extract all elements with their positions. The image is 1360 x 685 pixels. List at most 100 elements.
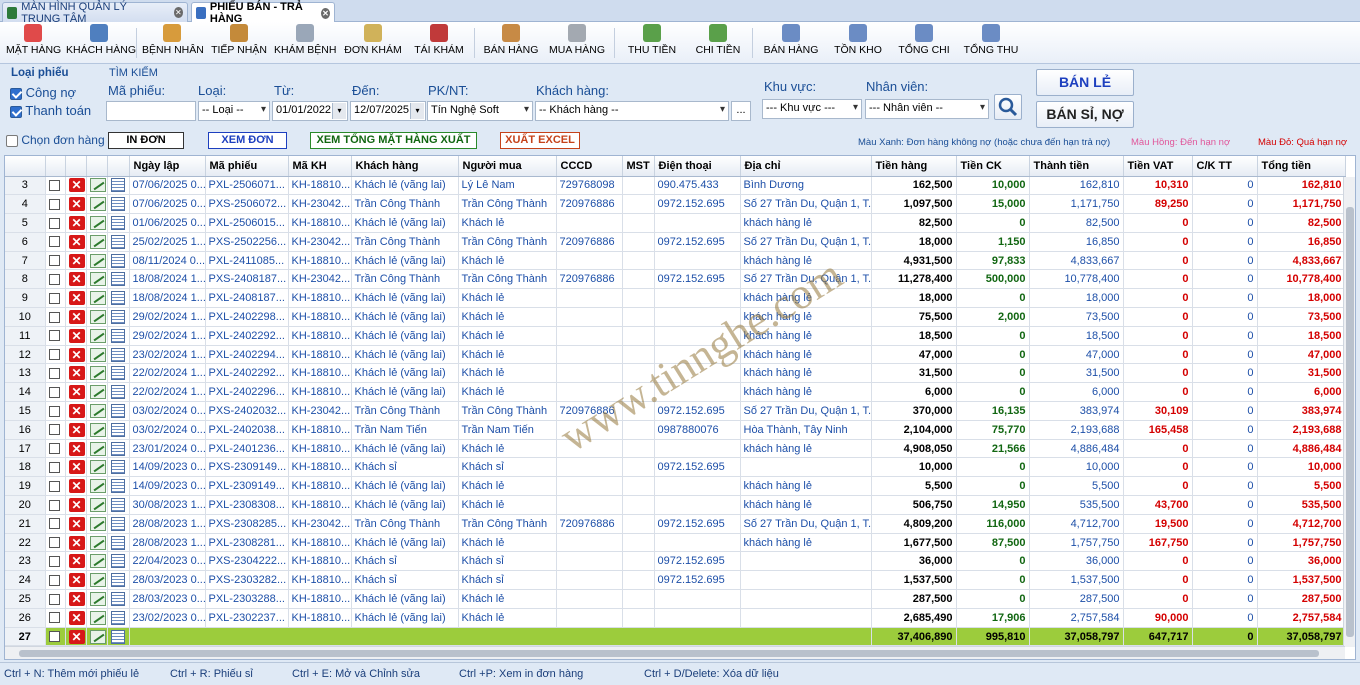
table-row[interactable]: 12 ✕ 23/02/2024 1... PXL-2402294... KH-18810… bbox=[5, 345, 1346, 365]
row-checkbox[interactable] bbox=[48, 461, 60, 473]
header-tien-hang[interactable]: Tiền hàng bbox=[871, 156, 957, 177]
view-document-icon[interactable] bbox=[110, 422, 125, 437]
table-row[interactable]: 22 ✕ 28/08/2023 1... PXL-2308281... KH-18810… bbox=[5, 533, 1346, 553]
toolbar-sales-report-button[interactable]: BÁN HÀNG bbox=[762, 24, 820, 62]
close-icon[interactable]: ✕ bbox=[173, 7, 183, 18]
nhan-vien-select[interactable]: --- Nhân viên -- bbox=[865, 99, 989, 119]
header-mst[interactable]: MST bbox=[622, 156, 655, 177]
row-checkbox[interactable] bbox=[48, 443, 60, 455]
view-document-icon[interactable] bbox=[110, 460, 125, 475]
delete-icon[interactable]: ✕ bbox=[68, 441, 85, 456]
row-checkbox[interactable] bbox=[48, 292, 60, 304]
view-document-icon[interactable] bbox=[110, 573, 125, 588]
table-row[interactable]: 3 ✕ 07/06/2025 0... PXL-2506071... KH-18810.… bbox=[5, 176, 1346, 196]
view-document-icon[interactable] bbox=[110, 441, 125, 456]
row-checkbox[interactable] bbox=[48, 424, 60, 436]
table-row[interactable]: 21 ✕ 28/08/2023 1... PXS-2308285... KH-23042… bbox=[5, 514, 1346, 534]
edit-icon[interactable] bbox=[89, 253, 106, 268]
ban-si-no-button[interactable]: BÁN SỈ, NỢ bbox=[1036, 101, 1134, 128]
row-checkbox[interactable] bbox=[48, 255, 60, 267]
header-ngay-lap[interactable]: Ngày lập bbox=[129, 156, 206, 177]
pknt-select[interactable]: Tín Nghệ Soft bbox=[427, 101, 533, 121]
den-date-input[interactable]: 12/07/2025 ▾ bbox=[350, 101, 426, 121]
tab-central-screen[interactable]: MÀN HÌNH QUẢN LÝ TRUNG TÂM ✕ bbox=[2, 1, 188, 25]
row-checkbox[interactable] bbox=[48, 367, 60, 379]
header-ma-kh[interactable]: Mã KH bbox=[288, 156, 352, 177]
view-document-icon[interactable] bbox=[110, 535, 125, 550]
table-row[interactable]: 9 ✕ 18/08/2024 1... PXL-2408187... KH-18810.… bbox=[5, 288, 1346, 309]
view-document-icon[interactable] bbox=[110, 629, 125, 644]
row-checkbox[interactable] bbox=[48, 631, 60, 643]
view-document-icon[interactable] bbox=[110, 610, 125, 625]
scroll-thumb[interactable] bbox=[19, 650, 1319, 657]
edit-icon[interactable] bbox=[89, 234, 106, 249]
calendar-dropdown-icon[interactable]: ▾ bbox=[332, 103, 346, 119]
row-checkbox[interactable] bbox=[48, 217, 60, 229]
view-document-icon[interactable] bbox=[110, 272, 125, 287]
view-document-icon[interactable] bbox=[110, 497, 125, 512]
edit-icon[interactable] bbox=[89, 178, 106, 193]
view-document-icon[interactable] bbox=[110, 554, 125, 569]
delete-icon[interactable]: ✕ bbox=[68, 460, 85, 475]
view-document-icon[interactable] bbox=[110, 366, 125, 381]
toolbar-ban-hang-button[interactable]: BÁN HÀNG bbox=[482, 24, 540, 62]
row-checkbox[interactable] bbox=[48, 574, 60, 586]
table-row[interactable]: 17 ✕ 23/01/2024 0... PXL-2401236... KH-18810… bbox=[5, 439, 1346, 459]
row-checkbox[interactable] bbox=[48, 179, 60, 191]
edit-icon[interactable] bbox=[89, 272, 106, 287]
view-document-icon[interactable] bbox=[110, 178, 125, 193]
delete-icon[interactable]: ✕ bbox=[68, 554, 85, 569]
table-row[interactable]: 5 ✕ 01/06/2025 0... PXL-2506015... KH-18810.… bbox=[5, 213, 1346, 233]
chon-don-hang-checkbox[interactable]: Chọn đơn hàng bbox=[6, 133, 105, 147]
header-ma-phieu[interactable]: Mã phiếu bbox=[205, 156, 289, 177]
toolbar-benh-nhan-button[interactable]: BỆNH NHÂN bbox=[142, 24, 204, 62]
delete-icon[interactable]: ✕ bbox=[68, 234, 85, 249]
toolbar-mua-hang-button[interactable]: MUA HÀNG bbox=[548, 24, 606, 62]
toolbar-tai-kham-button[interactable]: TÁI KHÁM bbox=[412, 24, 466, 62]
view-document-icon[interactable] bbox=[110, 215, 125, 230]
row-checkbox[interactable] bbox=[48, 198, 60, 210]
thanh-toan-checkbox[interactable]: Thanh toán bbox=[10, 103, 91, 118]
table-row[interactable]: 10 ✕ 29/02/2024 1... PXL-2402298... KH-18810… bbox=[5, 307, 1346, 327]
view-document-icon[interactable] bbox=[110, 479, 125, 494]
edit-icon[interactable] bbox=[89, 291, 106, 306]
delete-icon[interactable]: ✕ bbox=[68, 347, 85, 362]
delete-icon[interactable]: ✕ bbox=[68, 178, 85, 193]
table-row[interactable]: 25 ✕ 28/03/2023 0... PXL-2303288... KH-18810… bbox=[5, 589, 1346, 609]
khach-hang-select[interactable]: -- Khách hàng -- bbox=[535, 101, 729, 121]
khach-hang-more-button[interactable]: ... bbox=[731, 101, 751, 121]
row-checkbox[interactable] bbox=[48, 349, 60, 361]
table-row[interactable]: 14 ✕ 22/02/2024 1... PXL-2402296... KH-18810… bbox=[5, 382, 1346, 403]
delete-icon[interactable]: ✕ bbox=[68, 197, 85, 212]
edit-icon[interactable] bbox=[89, 197, 106, 212]
table-row[interactable]: 16 ✕ 03/02/2024 0... PXL-2402038... KH-18810… bbox=[5, 420, 1346, 440]
edit-icon[interactable] bbox=[89, 554, 106, 569]
table-row[interactable]: 24 ✕ 28/03/2023 0... PXS-2303282... KH-18810… bbox=[5, 570, 1346, 591]
edit-icon[interactable] bbox=[89, 516, 106, 531]
edit-icon[interactable] bbox=[89, 535, 106, 550]
loai-select[interactable]: -- Loại -- bbox=[198, 101, 270, 121]
header-tong-tien[interactable]: Tổng tiền bbox=[1257, 156, 1346, 177]
edit-icon[interactable] bbox=[89, 497, 106, 512]
edit-icon[interactable] bbox=[89, 422, 106, 437]
calendar-dropdown-icon[interactable]: ▾ bbox=[410, 103, 424, 119]
delete-icon[interactable]: ✕ bbox=[68, 309, 85, 324]
xem-tong-mat-hang-xuat-button[interactable]: XEM TỔNG MẶT HÀNG XUẤT bbox=[310, 132, 477, 149]
row-checkbox[interactable] bbox=[48, 612, 60, 624]
edit-icon[interactable] bbox=[89, 573, 106, 588]
scroll-thumb[interactable] bbox=[1346, 207, 1354, 637]
delete-icon[interactable]: ✕ bbox=[68, 291, 85, 306]
view-document-icon[interactable] bbox=[110, 328, 125, 343]
table-row[interactable]: 13 ✕ 22/02/2024 1... PXL-2402292... KH-18810… bbox=[5, 363, 1346, 384]
cong-no-checkbox[interactable]: Công nợ bbox=[10, 85, 76, 100]
row-checkbox[interactable] bbox=[48, 480, 60, 492]
table-row[interactable]: 20 ✕ 30/08/2023 1... PXL-2308308... KH-18810… bbox=[5, 495, 1346, 515]
header-dia-chi[interactable]: Địa chỉ bbox=[740, 156, 872, 177]
delete-icon[interactable]: ✕ bbox=[68, 573, 85, 588]
close-icon[interactable]: ✕ bbox=[320, 7, 330, 19]
table-row[interactable]: 6 ✕ 25/02/2025 1... PXS-2502256... KH-23042.… bbox=[5, 232, 1346, 252]
row-checkbox[interactable] bbox=[48, 311, 60, 323]
delete-icon[interactable]: ✕ bbox=[68, 215, 85, 230]
delete-icon[interactable]: ✕ bbox=[68, 403, 85, 418]
toolbar-chi-tien-button[interactable]: CHI TIỀN bbox=[692, 24, 744, 62]
